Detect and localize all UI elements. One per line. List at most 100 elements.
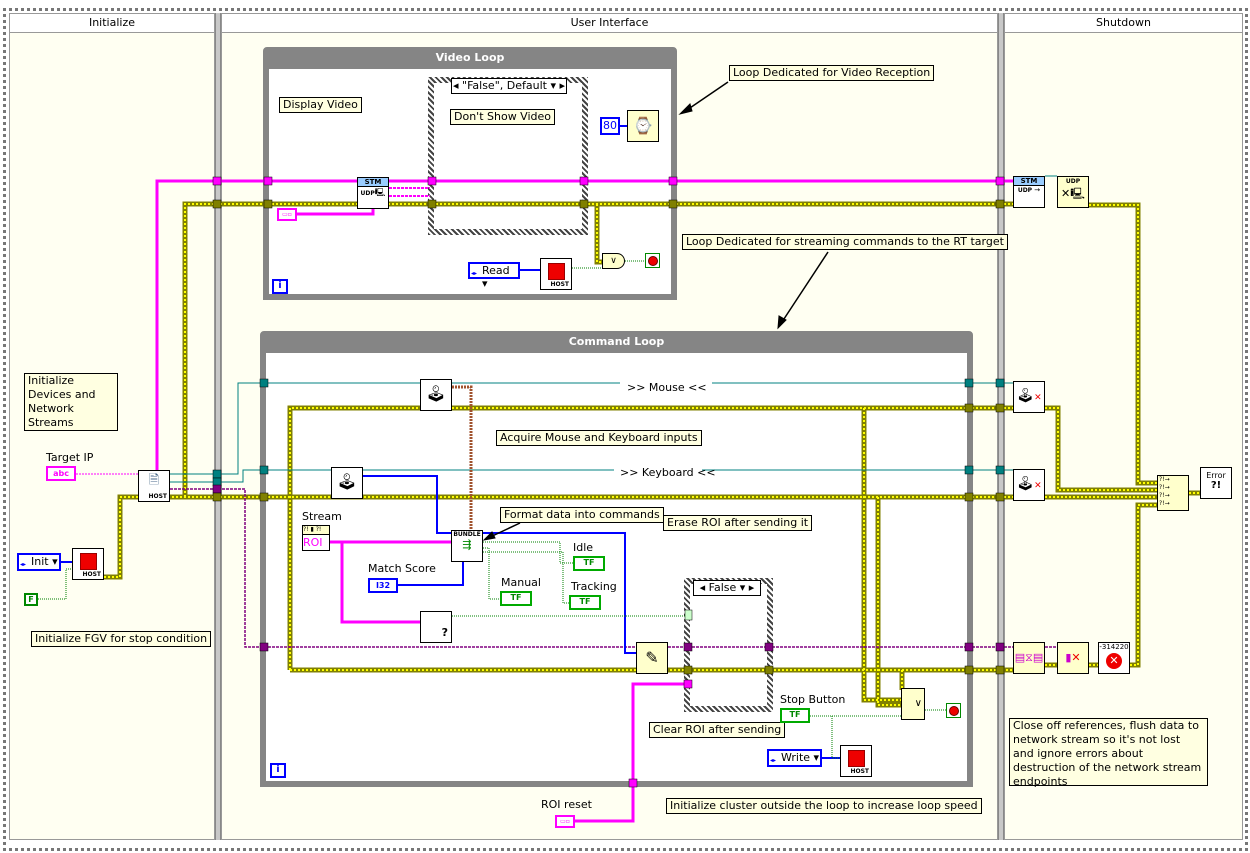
bundle-icon: ⇶ [462,538,472,551]
acquire-mouse-node[interactable]: 🕹 [420,379,452,411]
clear-roi-case-selector[interactable]: ◂ False ▾ ▸ [693,580,761,596]
clear-errors-node[interactable]: -314220 ✕ [1098,642,1130,674]
keyboard-wire-label: >> Keyboard << [620,466,716,479]
error-code-constant: -314220 [1099,643,1129,651]
video-iteration-terminal: i [272,279,288,294]
empty-roi-check-node[interactable]: ? [420,611,452,643]
stream-label: Stream [302,510,342,523]
match-score-label: Match Score [368,562,436,575]
comment-initialize-devices: Initialize Devices and Network Streams [24,373,118,431]
boolean-wires [38,260,946,759]
pencil-icon: ✎ [645,648,659,667]
tracking-indicator: TF [569,595,601,610]
comment-initialize-fgv: Initialize FGV for stop condition [31,631,212,647]
comment-display-video: Display Video [279,97,362,113]
comment-format-data: Format data into commands [500,507,664,523]
error-wires [104,201,1200,708]
bundle-label: BUNDLE [453,531,481,538]
host-label: HOST [148,493,167,500]
stm-udp-read-node[interactable]: STM UDP🖳 [357,177,389,209]
destroy-stream-node[interactable]: ▮✕ [1057,642,1089,674]
or-function[interactable]: ∨ [602,253,625,269]
comment-clear-roi: Clear ROI after sending [649,722,786,738]
error-x-icon: ✕ [1106,653,1122,669]
roi-text: ROI [303,536,323,549]
mouse-wire-label: >> Mouse << [627,381,707,394]
open-streams-host-subvi[interactable]: 🗎 HOST [138,470,170,502]
merge-errors-node[interactable]: ?!→ ?!→ ?!→ ?!→ [1157,475,1189,511]
computer-icon: 🖳 [374,188,386,197]
stream-roi-control[interactable]: ?! ▮ ?! ROI [302,525,330,551]
numeric-wires [61,125,840,759]
udp-close-node[interactable]: UDP ✕🖳 [1057,176,1089,208]
udp-label: UDP [1017,187,1033,194]
stop-fgv-init-subvi[interactable]: HOST [72,548,104,580]
close-keyboard-node[interactable]: 🕹✕ [1013,469,1045,501]
video-loop-stop-terminal[interactable] [645,253,660,268]
speech-bubble-icon: ?! [1210,480,1222,491]
wait-ms-constant[interactable]: 80 [600,117,620,135]
watch-icon: ⌚ [633,116,653,135]
manual-label: Manual [501,576,541,589]
udp-label: UDP [360,190,375,197]
udp-label: UDP [1065,178,1081,185]
stop-square-icon [80,553,97,570]
error-handler-label: Error [1206,471,1226,480]
comment-dont-show-video: Don't Show Video [450,109,556,125]
acquire-keyboard-node[interactable]: 🕹 [331,467,363,499]
flush-stream-node[interactable]: ▤⧖▤ [1013,642,1045,674]
cluster-constant[interactable]: ▭▫ [277,208,297,221]
comment-erase-roi: Erase ROI after sending it [663,515,813,531]
stop-button-label: Stop Button [780,693,846,706]
stop-square-icon [548,263,565,280]
match-score-control[interactable]: I32 [368,578,398,593]
write-stream-node[interactable]: ✎ [636,642,668,674]
stm-label: STM [1014,177,1044,186]
roi-reset-constant[interactable]: ▭▫ [555,815,575,828]
close-mouse-node[interactable]: 🕹✕ [1013,381,1045,413]
idle-label: Idle [573,541,594,554]
joystick-close-icon: 🕹✕ [1016,388,1042,404]
fgv-write-enum[interactable]: Write ▾ [767,749,822,767]
manual-indicator: TF [500,591,532,606]
case-selector-value: "False", Default [462,79,547,92]
joystick-close-icon: 🕹✕ [1016,476,1042,492]
comment-init-cluster: Initialize cluster outside the loop to i… [666,798,982,814]
case-selector-value: False [708,581,737,594]
compound-or-function[interactable]: ∨ [901,688,925,720]
stm-close-node[interactable]: STM UDP → [1013,176,1045,208]
stop-button-control[interactable]: TF [780,708,810,723]
roi-reset-label: ROI reset [541,798,592,811]
cluster-header: ?! ▮ ?! [303,526,329,535]
idle-indicator: TF [573,556,605,571]
host-label: HOST [850,768,869,775]
comment-video-reception: Loop Dedicated for Video Reception [729,65,935,81]
bundle-by-name-node[interactable]: BUNDLE ⇶ [451,530,483,562]
stop-fgv-write-subvi[interactable]: HOST [840,745,872,777]
comment-acquire-inputs: Acquire Mouse and Keyboard inputs [496,430,702,446]
stm-label: STM [358,178,388,187]
host-label: HOST [550,281,569,288]
joystick-icon: 🕹 [336,472,358,491]
false-constant[interactable]: F [24,593,38,606]
stop-square-icon [848,750,865,767]
fgv-init-enum[interactable]: Init ▾ [17,553,61,571]
joystick-icon: 🕹 [425,384,447,403]
comment-streaming-commands: Loop Dedicated for streaming commands to… [682,234,1008,250]
tracking-label: Tracking [571,580,617,593]
close-connection-icon: ✕🖳 [1061,187,1085,200]
fgv-read-enum[interactable]: Read ▾ [468,262,520,290]
command-iteration-terminal: i [270,763,286,778]
host-label: HOST [82,571,101,578]
simple-error-handler-node[interactable]: Error?! [1200,467,1232,499]
destroy-icon: ▮✕ [1065,651,1081,664]
wait-ms-node[interactable]: ⌚ [627,110,659,142]
command-loop-stop-terminal[interactable] [946,703,961,718]
target-ip-control[interactable]: abc [46,466,76,481]
target-ip-label: Target IP [46,451,94,464]
stop-fgv-read-subvi[interactable]: HOST [540,258,572,290]
document-icon: 🗎 [148,473,160,488]
video-case-selector[interactable]: ◂ "False", Default ▾ ▸ [451,78,567,94]
comment-shutdown: Close off references, flush data to netw… [1009,718,1208,788]
arrow-right-icon: → [1032,186,1041,194]
